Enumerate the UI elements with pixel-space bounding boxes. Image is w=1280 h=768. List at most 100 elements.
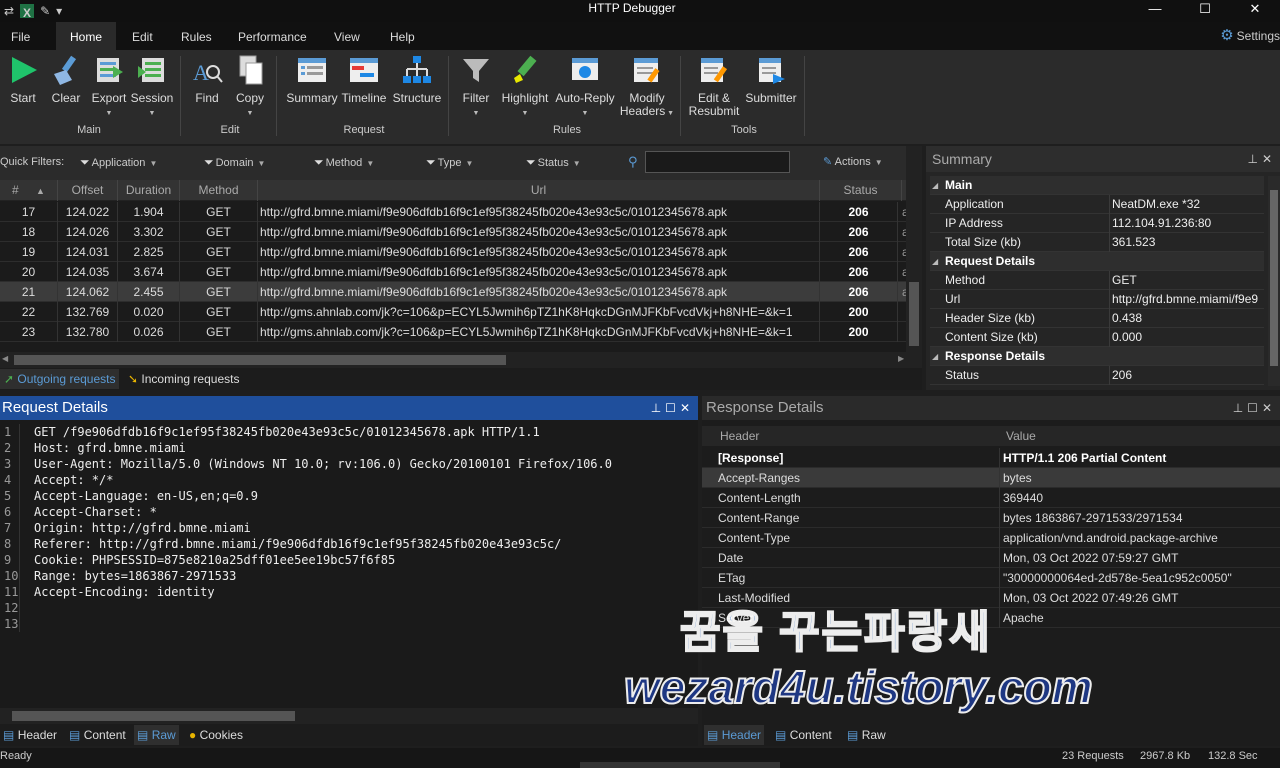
row-value: 112.104.91.236:80 [1112, 216, 1212, 230]
minimize-button[interactable]: — [1130, 0, 1180, 18]
maximize-icon[interactable]: ☐ [1247, 401, 1262, 415]
tab-incoming-requests[interactable]: ➘ Incoming requests [124, 369, 243, 389]
filter-button[interactable]: Filter ▼ [458, 54, 494, 120]
chevron-down-icon: ▼ [149, 159, 158, 168]
list-item[interactable]: ETag "30000000064ed-2d578e-5ea1c952c0050" [702, 568, 1280, 588]
scroll-left-icon[interactable]: ◀ [2, 354, 8, 363]
tab-edit[interactable]: Edit [132, 22, 153, 50]
tab-view[interactable]: View [334, 22, 360, 50]
list-item[interactable]: [Response] HTTP/1.1 206 Partial Content [702, 448, 1280, 468]
filter-domain-dropdown[interactable]: ⏷ Domain ▼ [204, 146, 265, 180]
tab-label: Raw [151, 728, 176, 742]
cell-offset: 124.035 [58, 262, 118, 282]
pin-icon[interactable]: ⊥ [1233, 401, 1247, 415]
funnel-icon: ⏷ [314, 155, 324, 169]
table-row[interactable]: 17 124.022 1.904 GET http://gfrd.bmne.miami/… [0, 202, 906, 222]
col-duration[interactable]: Duration [118, 180, 180, 201]
list-item[interactable]: Content-Range bytes 1863867-2971533/29715… [702, 508, 1280, 528]
table-row[interactable]: 21 124.062 2.455 GET http://gfrd.bmne.miami/… [0, 282, 906, 302]
summary-scrollbar[interactable] [1268, 176, 1280, 386]
list-item[interactable]: Accept-Ranges bytes [702, 468, 1280, 488]
modify-headers-button[interactable]: Modify Headers ▼ [618, 54, 676, 120]
auto-reply-button[interactable]: Auto-Reply ▼ [554, 54, 616, 120]
close-icon[interactable]: ✕ [680, 401, 694, 415]
find-button[interactable]: A Find [190, 54, 224, 105]
timeline-button[interactable]: Timeline [340, 54, 388, 105]
tab-request-header[interactable]: ▤ Header [0, 725, 60, 745]
maximize-button[interactable]: ☐ [1180, 0, 1230, 18]
table-row[interactable]: 20 124.035 3.674 GET http://gfrd.bmne.miami/… [0, 262, 906, 282]
col-offset[interactable]: Offset [58, 180, 118, 201]
filter-type-dropdown[interactable]: ⏷ Type ▼ [426, 146, 473, 180]
edit-resubmit-label-1: Edit & [697, 91, 730, 105]
filter-method-dropdown[interactable]: ⏷ Method ▼ [314, 146, 374, 180]
tab-outgoing-requests[interactable]: ➚ Outgoing requests [0, 369, 120, 389]
copy-button[interactable]: Copy ▼ [232, 54, 268, 120]
request-direction-tabs: ➚ Outgoing requests ➘ Incoming requests [0, 368, 922, 390]
grid-vertical-scrollbar[interactable] [906, 146, 922, 352]
list-item[interactable]: Content-Type application/vnd.android.pack… [702, 528, 1280, 548]
submitter-button[interactable]: Submitter [742, 54, 800, 105]
search-input[interactable] [645, 151, 790, 173]
start-button[interactable]: Start [6, 54, 40, 105]
scroll-thumb[interactable] [1270, 190, 1278, 366]
pin-icon[interactable]: ⊥ [1247, 152, 1261, 166]
scroll-right-icon[interactable]: ▶ [898, 354, 904, 363]
col-method[interactable]: Method [180, 180, 258, 201]
request-horizontal-scrollbar[interactable] [0, 708, 698, 724]
tab-request-content[interactable]: ▤ Content [66, 725, 129, 745]
table-row[interactable]: 22 132.769 0.020 GET http://gms.ahnlab.com/j… [0, 302, 906, 322]
filter-status-dropdown[interactable]: ⏷ Status ▼ [526, 146, 581, 180]
session-button[interactable]: Session ▼ [130, 54, 174, 120]
structure-button[interactable]: Structure [390, 54, 444, 105]
menu-file[interactable]: File [11, 22, 30, 50]
grid-horizontal-scrollbar[interactable]: ◀ ▶ [0, 352, 922, 368]
group-label-edit: Edit [220, 124, 240, 136]
summary-section-main[interactable]: ◢ Main [930, 176, 1264, 195]
close-icon[interactable]: ✕ [1262, 152, 1276, 166]
tab-incoming-label: Incoming requests [141, 372, 240, 386]
settings-button[interactable]: ⚙ Settings [1220, 22, 1280, 50]
clear-button[interactable]: Clear [48, 54, 84, 105]
scroll-thumb[interactable] [909, 282, 919, 346]
scroll-thumb[interactable] [12, 711, 295, 721]
list-item[interactable]: Date Mon, 03 Oct 2022 07:59:27 GMT [702, 548, 1280, 568]
tab-help[interactable]: Help [390, 22, 415, 50]
col-header[interactable]: Header [720, 426, 759, 446]
table-row[interactable]: 19 124.031 2.825 GET http://gfrd.bmne.miami/… [0, 242, 906, 262]
funnel-icon [460, 54, 492, 86]
scroll-thumb[interactable] [14, 355, 506, 365]
export-button[interactable]: Export ▼ [88, 54, 130, 120]
filter-application-dropdown[interactable]: ⏷ Application ▼ [80, 146, 157, 180]
tab-response-content[interactable]: ▤ Content [772, 725, 835, 745]
summary-section-response[interactable]: ◢ Response Details [930, 347, 1264, 366]
actions-dropdown[interactable]: ✎ Actions ▼ [823, 146, 883, 179]
close-icon[interactable]: ✕ [1262, 401, 1276, 415]
tab-response-raw[interactable]: ▤ Raw [844, 725, 889, 745]
col-num[interactable]: # ▲ [0, 180, 58, 201]
structure-icon [401, 54, 433, 86]
maximize-icon[interactable]: ☐ [665, 401, 680, 415]
tab-response-header[interactable]: ▤ Header [704, 725, 765, 745]
pin-icon[interactable]: ⊥ [651, 401, 665, 415]
edit-resubmit-button[interactable]: Edit & Resubmit [686, 54, 742, 118]
col-value[interactable]: Value [1006, 426, 1036, 446]
tab-performance[interactable]: Performance [238, 22, 307, 50]
tab-request-cookies[interactable]: ● Cookies [186, 725, 246, 745]
tab-label: Content [83, 728, 126, 742]
col-status[interactable]: Status [820, 180, 902, 201]
summary-section-request[interactable]: ◢ Request Details [930, 252, 1264, 271]
list-item[interactable]: Content-Length 369440 [702, 488, 1280, 508]
col-url[interactable]: Url [258, 180, 820, 201]
tab-request-raw[interactable]: ▤ Raw [134, 725, 179, 745]
raw-request-editor[interactable]: 1 GET /f9e906dfdb16f9c1ef95f38245fb020e43… [0, 424, 698, 708]
dropdown-arrow-icon: ▼ [581, 110, 589, 117]
summary-row-status: Status 206 [930, 366, 1264, 385]
highlight-button[interactable]: Highlight ▼ [498, 54, 552, 120]
table-row[interactable]: 18 124.026 3.302 GET http://gfrd.bmne.miami/… [0, 222, 906, 242]
close-button[interactable]: ✕ [1230, 0, 1280, 18]
summary-button[interactable]: Summary [284, 54, 340, 105]
table-row[interactable]: 23 132.780 0.026 GET http://gms.ahnlab.com/j… [0, 322, 906, 342]
tab-home[interactable]: Home [56, 22, 117, 50]
tab-rules[interactable]: Rules [181, 22, 212, 50]
